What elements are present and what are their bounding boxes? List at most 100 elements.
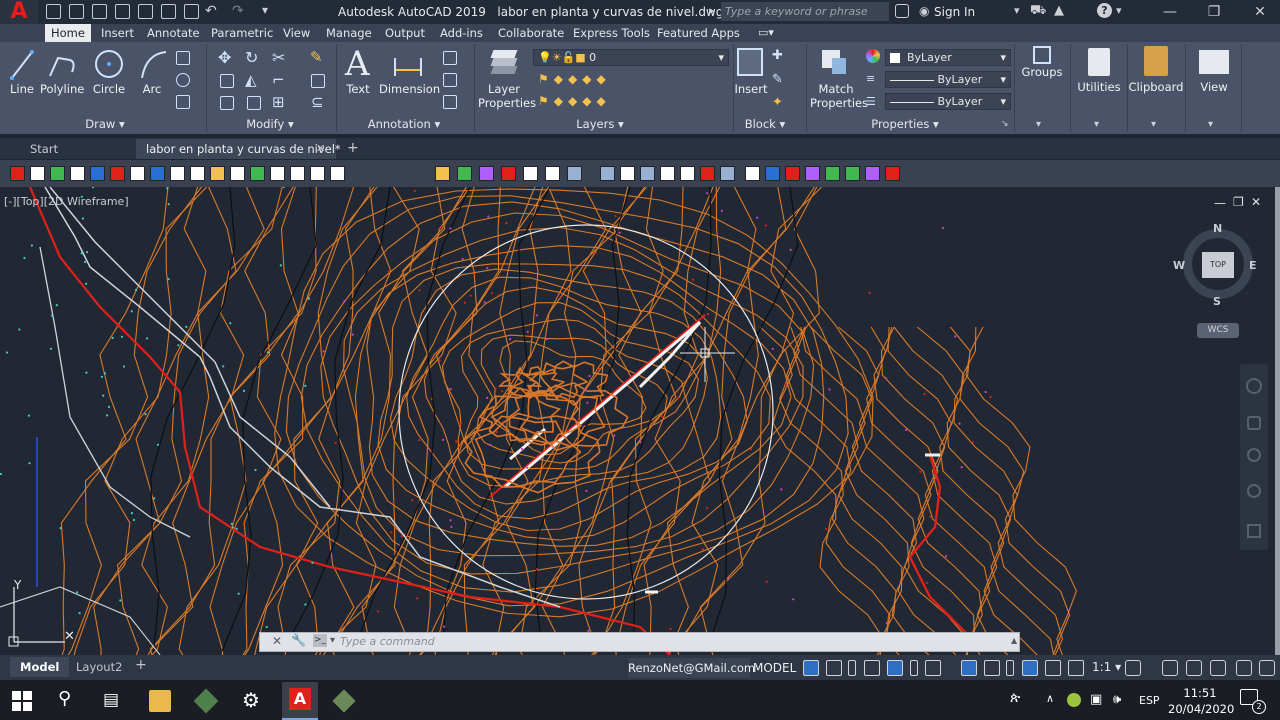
save-icon[interactable]	[92, 4, 107, 19]
restore-icon[interactable]: ❐	[1204, 3, 1224, 21]
linear-dim-icon[interactable]	[443, 51, 457, 65]
polar-dropdown-icon[interactable]	[910, 660, 918, 676]
fillet-icon[interactable]: ⌐	[272, 71, 285, 89]
insert-button[interactable]: Insert	[734, 82, 768, 96]
explode-icon[interactable]	[311, 74, 325, 88]
toolbar-tool-icon[interactable]	[50, 166, 65, 181]
undo-icon[interactable]: ↶	[205, 3, 217, 19]
toolbar-tool-icon[interactable]	[30, 166, 45, 181]
utilities-icon[interactable]	[1088, 48, 1110, 76]
toolbar-tool-icon[interactable]	[765, 166, 780, 181]
grid-icon[interactable]	[803, 660, 819, 676]
dimension-icon[interactable]	[391, 48, 425, 80]
tab-view[interactable]: View	[277, 24, 316, 42]
line-icon[interactable]	[8, 48, 36, 82]
model-space-toggle[interactable]: MODEL	[753, 658, 796, 678]
add-layout-icon[interactable]: +	[135, 657, 147, 673]
toolbar-tool-icon[interactable]	[865, 166, 880, 181]
tab-model[interactable]: Model	[10, 657, 70, 677]
command-history-icon[interactable]: >_	[313, 634, 327, 647]
edit-block-icon[interactable]: ✎	[772, 72, 783, 87]
people-icon[interactable]: ጵ	[1010, 690, 1020, 706]
new-file-icon[interactable]	[46, 4, 61, 19]
object-snap-icon[interactable]	[984, 660, 1000, 676]
network-icon[interactable]: ▣	[1090, 692, 1102, 707]
groups-button[interactable]: Groups	[1018, 65, 1066, 79]
user-account-label[interactable]: RenzoNet@GMail.com	[628, 658, 755, 678]
toolbar-tool-icon[interactable]	[660, 166, 675, 181]
array-icon[interactable]: ⊞	[272, 93, 285, 111]
command-customize-icon[interactable]: 🔧	[291, 633, 306, 647]
move-icon[interactable]: ✥	[218, 48, 231, 67]
drawing-canvas[interactable]: Y ✕	[0, 187, 1275, 655]
color-wheel-icon[interactable]	[866, 49, 880, 63]
toolbar-tool-icon[interactable]	[330, 166, 345, 181]
toolbar-tool-icon[interactable]	[600, 166, 615, 181]
tray-app-icon[interactable]	[1067, 693, 1081, 707]
annotation-scale-icon[interactable]	[1068, 660, 1084, 676]
quick-access-dropdown-icon[interactable]: ▾	[262, 3, 268, 17]
command-close-icon[interactable]: ✕	[272, 634, 282, 648]
toolbar-tool-icon[interactable]	[700, 166, 715, 181]
layers-panel-title[interactable]: Layers ▾	[570, 117, 630, 132]
tab-layout2[interactable]: Layout2	[66, 657, 132, 677]
toolbar-tool-icon[interactable]	[845, 166, 860, 181]
toolbar-tool-icon[interactable]	[457, 166, 472, 181]
viewport-controls-label[interactable]: [-][Top][2D Wireframe]	[4, 195, 129, 208]
toolbar-tool-icon[interactable]	[130, 166, 145, 181]
color-dropdown[interactable]: ByLayer ▾	[885, 49, 1011, 66]
properties-panel-title[interactable]: Properties ▾	[865, 117, 945, 132]
layer-tools-row2-icons[interactable]: ⚑◆◆◆◆	[538, 94, 611, 108]
clean-screen-icon[interactable]	[1236, 660, 1252, 676]
customize-status-icon[interactable]	[1259, 660, 1275, 676]
create-block-icon[interactable]: ✚	[772, 48, 783, 63]
offset-icon[interactable]: ⊆	[311, 93, 324, 111]
toolbar-tool-icon[interactable]	[70, 166, 85, 181]
toolbar-tool-icon[interactable]	[190, 166, 205, 181]
pan-icon[interactable]	[1247, 416, 1261, 430]
compass-east[interactable]: E	[1249, 259, 1257, 272]
object-snap-dropdown-icon[interactable]	[1006, 660, 1014, 676]
toolbar-tool-icon[interactable]	[785, 166, 800, 181]
arc-icon[interactable]	[138, 48, 168, 82]
layer-dropdown[interactable]: 💡☀🔓■ 0 ▾	[533, 49, 729, 66]
scale-icon[interactable]	[247, 96, 261, 110]
app-menu-button[interactable]: A	[0, 0, 38, 24]
minimize-icon[interactable]: —	[1160, 3, 1180, 21]
line-button[interactable]: Line	[6, 82, 38, 96]
toolbar-tool-icon[interactable]	[567, 166, 582, 181]
groups-dropdown-icon[interactable]: ▾	[1036, 119, 1041, 130]
toolbar-tool-icon[interactable]	[620, 166, 635, 181]
toolbar-tool-icon[interactable]	[435, 166, 450, 181]
search-taskbar-icon[interactable]: ⚲	[58, 688, 71, 709]
language-indicator[interactable]: ESP	[1139, 694, 1160, 707]
toolbar-tool-icon[interactable]	[680, 166, 695, 181]
stretch-icon[interactable]	[220, 96, 234, 110]
open-folder-icon[interactable]	[69, 4, 84, 19]
properties-launcher-icon[interactable]: ↘	[1001, 119, 1009, 129]
tab-home[interactable]: Home	[45, 24, 91, 42]
navigation-bar[interactable]	[1240, 364, 1268, 550]
clipboard-dropdown-icon[interactable]: ▾	[1151, 119, 1156, 130]
settings-gear-icon[interactable]: ⚙	[242, 688, 260, 712]
toolbar-tool-icon[interactable]	[230, 166, 245, 181]
toolbar-tool-icon[interactable]	[10, 166, 25, 181]
plot-icon[interactable]	[161, 4, 176, 19]
toolbar-tool-icon[interactable]	[720, 166, 735, 181]
file-explorer-icon[interactable]	[149, 690, 171, 712]
text-icon[interactable]: A	[345, 44, 370, 84]
compass-west[interactable]: W	[1173, 259, 1185, 272]
toolbar-tool-icon[interactable]	[290, 166, 305, 181]
annotation-visibility-icon[interactable]	[1022, 660, 1038, 676]
mirror-icon[interactable]: ◭	[245, 71, 257, 89]
vertical-scrollbar[interactable]	[1275, 187, 1280, 655]
close-tab-icon[interactable]: ✕	[316, 142, 325, 155]
command-scroll-up-icon[interactable]: ▲	[1011, 636, 1017, 645]
save-as-icon[interactable]	[115, 4, 130, 19]
circle-button[interactable]: Circle	[92, 82, 126, 96]
tab-output[interactable]: Output	[379, 24, 431, 42]
command-dropdown-icon[interactable]: ▾	[330, 635, 335, 646]
showmotion-icon[interactable]	[1247, 524, 1261, 538]
tab-annotate[interactable]: Annotate	[141, 24, 206, 42]
tab-manage[interactable]: Manage	[320, 24, 378, 42]
